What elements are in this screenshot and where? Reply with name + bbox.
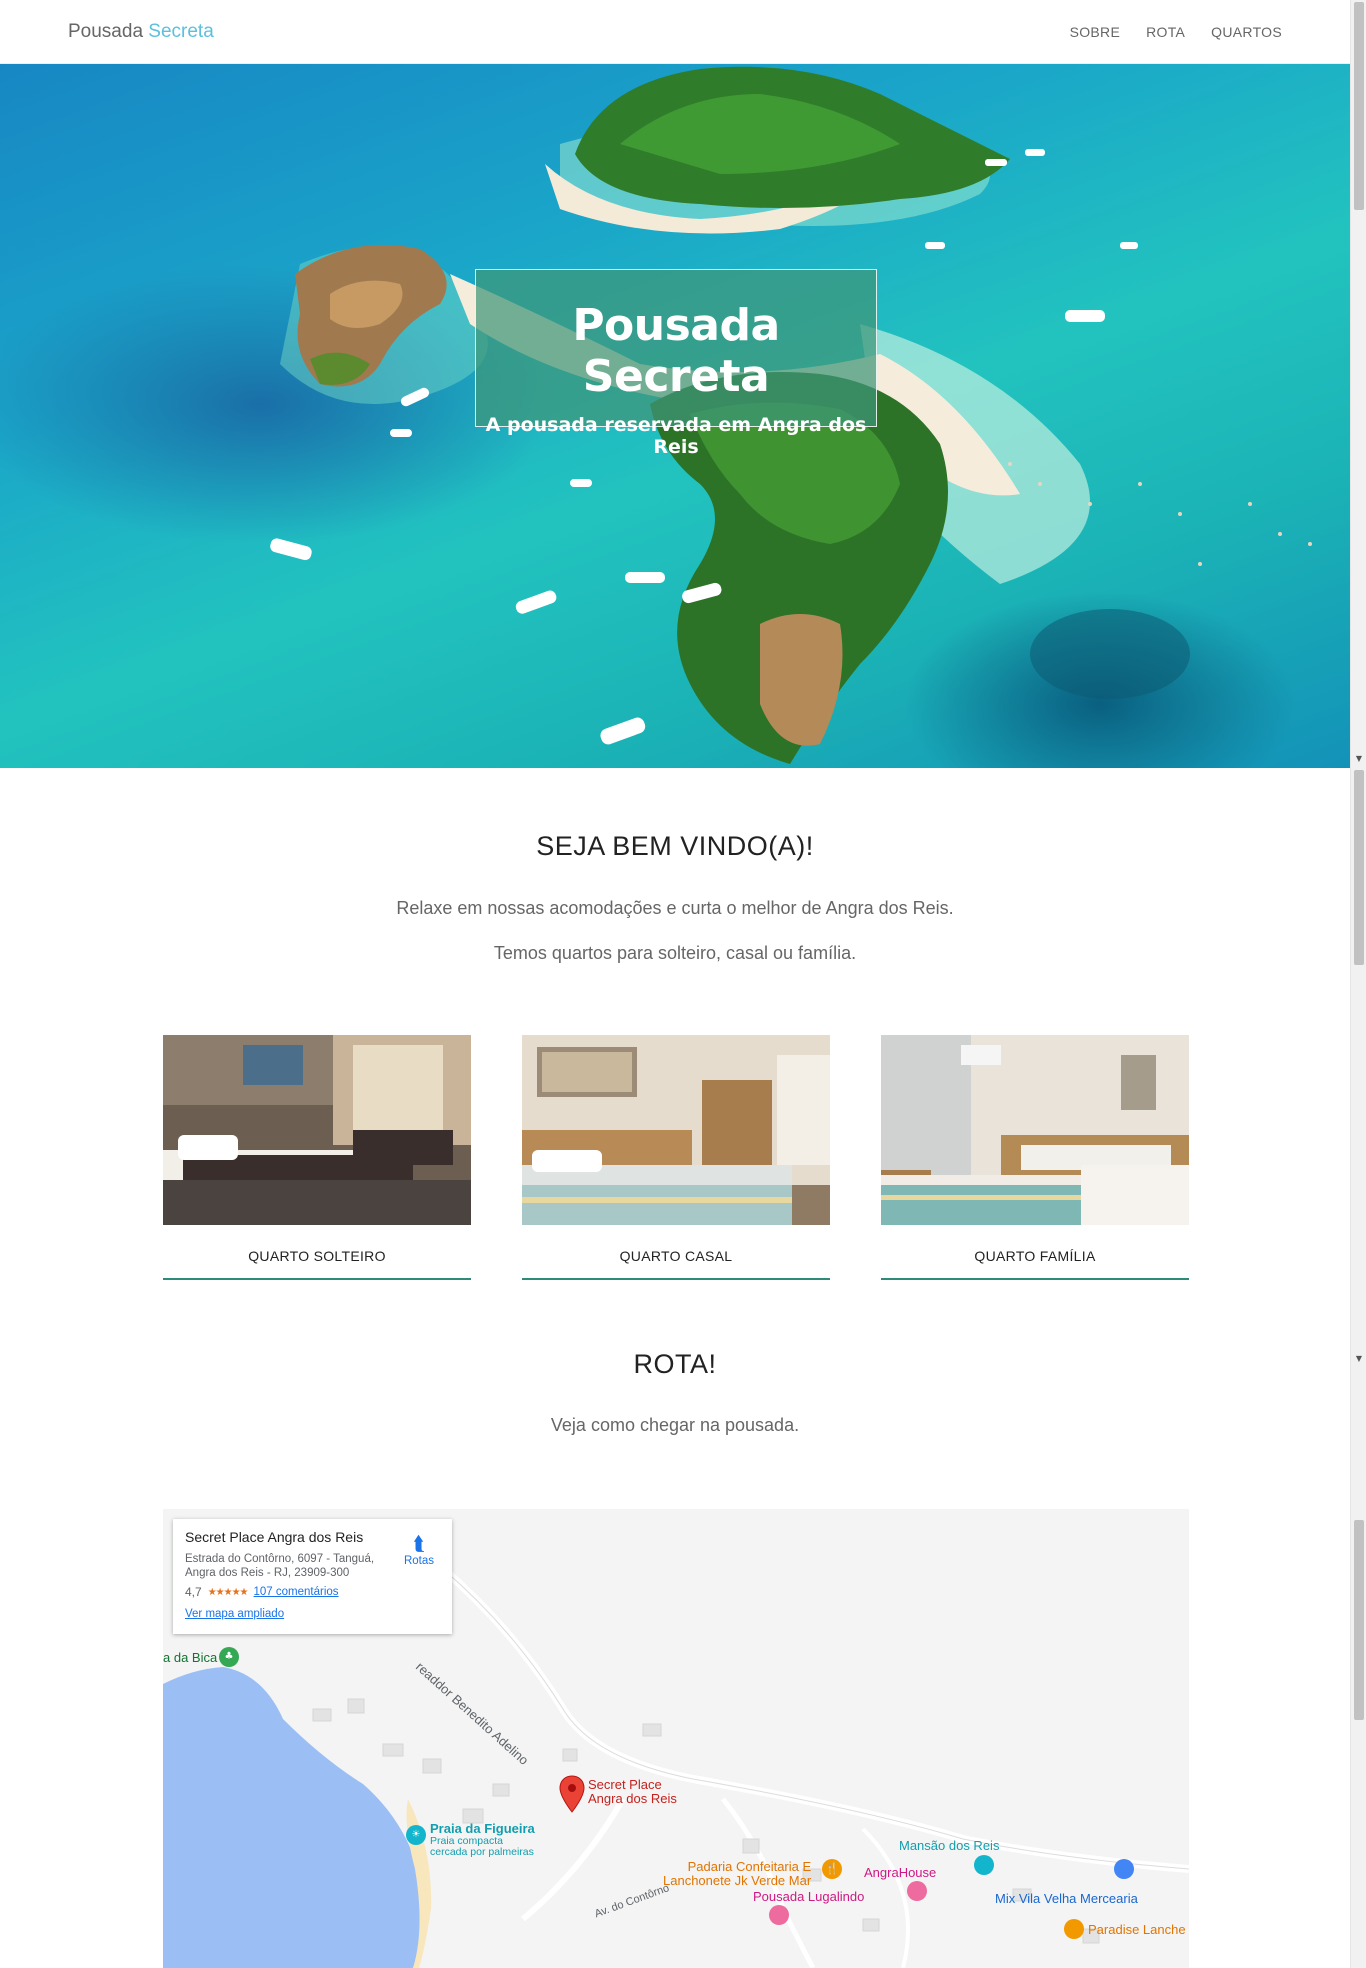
- map-card-rating: 4,7: [185, 1585, 202, 1599]
- brand-logo[interactable]: Pousada Secreta: [68, 21, 214, 43]
- nav-menu: SOBRE ROTA QUARTOS: [1070, 24, 1282, 40]
- scrollbar-thumb-2[interactable]: [1354, 770, 1364, 965]
- rooms-list: QUARTO SOLTEIRO QUARTO CASAL QUARTO FAMÍ…: [163, 1035, 1189, 1280]
- map-card-address: Estrada do Contôrno, 6097 - Tanguá, Angr…: [185, 1553, 375, 1579]
- restaurant-pin-icon[interactable]: 🍴: [822, 1859, 842, 1879]
- map-card-bigger-map-link[interactable]: Ver mapa ampliado: [185, 1608, 440, 1620]
- map-label-lugalindo: Pousada Lugalindo: [753, 1889, 865, 1904]
- hero-subtitle: A pousada reservada em Angra dos Reis: [485, 414, 867, 458]
- directions-icon: ⮬: [413, 1531, 425, 1555]
- room-image-casal: [522, 1035, 830, 1225]
- room-card-familia[interactable]: QUARTO FAMÍLIA: [881, 1035, 1189, 1280]
- scroll-down-icon-2[interactable]: ▼: [1351, 1352, 1366, 1366]
- map-label-figueira-desc-2: cercada por palmeiras: [430, 1846, 534, 1858]
- scrollbar-thumb[interactable]: [1354, 2, 1364, 210]
- hero-caption-box: Pousada Secreta A pousada reservada em A…: [475, 269, 877, 458]
- map-label-padaria-2: Lanchonete Jk Verde Mar: [663, 1873, 812, 1888]
- brand-accent: Secreta: [148, 20, 214, 42]
- hotel-pin-icon-2[interactable]: [769, 1905, 789, 1925]
- map-card-reviews-link[interactable]: 107 comentários: [254, 1586, 339, 1598]
- hero-banner: Pousada Secreta A pousada reservada em A…: [0, 64, 1350, 768]
- map-label-secret-place-1: Secret Place: [588, 1777, 662, 1792]
- map-label-angrahouse: AngraHouse: [864, 1865, 937, 1880]
- room-label-familia: QUARTO FAMÍLIA: [974, 1248, 1096, 1264]
- room-label-casal: QUARTO CASAL: [619, 1248, 733, 1264]
- map-card-rating-row: 4,7 ★★★★★ 107 comentários: [185, 1585, 440, 1599]
- welcome-line-2: Temos quartos para solteiro, casal ou fa…: [493, 943, 857, 963]
- map-card-title: Secret Place Angra dos Reis: [185, 1529, 364, 1545]
- scroll-down-icon[interactable]: ▼: [1351, 752, 1366, 766]
- map-label-padaria-1: Padaria Confeitaria E: [687, 1859, 812, 1874]
- navbar: Pousada Secreta SOBRE ROTA QUARTOS: [0, 0, 1350, 64]
- hero-title: Pousada Secreta: [572, 300, 780, 402]
- map-label-mercearia: Mix Vila Velha Mercearia: [995, 1891, 1138, 1906]
- room-label-solteiro: QUARTO SOLTEIRO: [248, 1248, 386, 1264]
- welcome-line-1: Relaxe em nossas acomodações e curta o m…: [396, 898, 954, 918]
- shopping-pin-icon[interactable]: [1114, 1859, 1134, 1879]
- map-label-mansao: Mansão dos Reis: [899, 1838, 1000, 1853]
- map-label-paradise: Paradise Lanche: [1088, 1922, 1186, 1937]
- map-label-bica: a da Bica: [163, 1650, 218, 1665]
- attraction-pin-icon[interactable]: [974, 1855, 994, 1875]
- map-label-secret-place-2: Angra dos Reis: [588, 1791, 677, 1806]
- room-image-familia: [881, 1035, 1189, 1225]
- star-rating-icon: ★★★★★: [207, 1586, 249, 1598]
- map-label-figueira: Praia da Figueira: [430, 1821, 535, 1836]
- location-pin-icon[interactable]: [559, 1775, 585, 1813]
- directions-button[interactable]: ⮬ Rotas: [404, 1531, 434, 1567]
- room-card-solteiro[interactable]: QUARTO SOLTEIRO: [163, 1035, 471, 1280]
- map-embed[interactable]: Secret Place Angra dos Reis ♣ a da Bica …: [163, 1509, 1189, 1968]
- scrollbar-thumb-3[interactable]: [1354, 1520, 1364, 1720]
- bar-pin-icon[interactable]: [1064, 1919, 1084, 1939]
- welcome-title: SEJA BEM VINDO(A)!: [536, 831, 814, 861]
- nav-link-sobre[interactable]: SOBRE: [1070, 24, 1121, 40]
- page-scrollbar[interactable]: ▼ ▼: [1350, 0, 1366, 1968]
- park-pin-icon[interactable]: ♣: [219, 1647, 239, 1667]
- map-info-card: Secret Place Angra dos Reis Estrada do C…: [173, 1519, 452, 1634]
- room-image-solteiro: [163, 1035, 471, 1225]
- directions-label: Rotas: [403, 1555, 434, 1567]
- nav-link-rota[interactable]: ROTA: [1146, 24, 1185, 40]
- route-title: ROTA!: [633, 1349, 717, 1379]
- brand-main: Pousada: [68, 20, 144, 42]
- hotel-pin-icon[interactable]: [907, 1881, 927, 1901]
- page: Pousada Secreta SOBRE ROTA QUARTOS Pousa…: [0, 0, 1366, 1968]
- route-text: Veja como chegar na pousada.: [550, 1415, 800, 1435]
- nav-link-quartos[interactable]: QUARTOS: [1211, 24, 1282, 40]
- beach-pin-icon[interactable]: ☀: [406, 1825, 426, 1845]
- room-card-casal[interactable]: QUARTO CASAL: [522, 1035, 830, 1280]
